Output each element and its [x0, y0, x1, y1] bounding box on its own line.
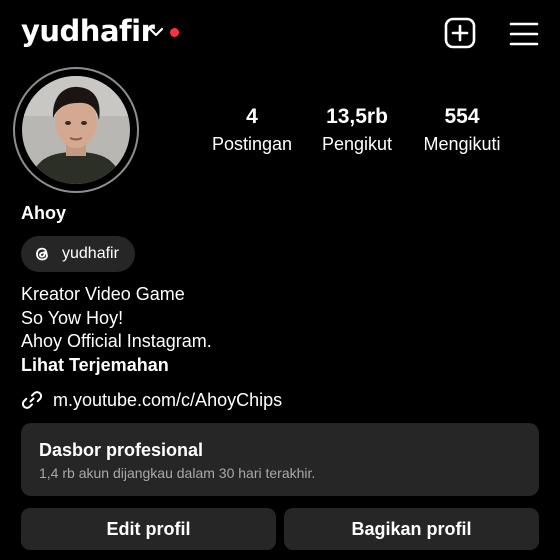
plus-square-icon[interactable] [444, 17, 476, 49]
avatar[interactable] [22, 76, 130, 184]
link-url: m.youtube.com/c/AhoyChips [53, 389, 283, 410]
bio-line: Kreator Video Game [21, 284, 185, 304]
profile-header: yudhafir [0, 0, 560, 68]
notification-dot [170, 28, 179, 37]
threads-badge[interactable]: yudhafir [21, 236, 135, 272]
bio-line: Ahoy Official Instagram. [21, 331, 212, 351]
chevron-down-icon[interactable] [148, 26, 164, 38]
followers-label: Pengikut [321, 134, 393, 154]
followers-count: 13,5rb [326, 105, 388, 128]
profile-photo [22, 76, 130, 184]
following-label: Mengikuti [423, 134, 501, 154]
link-icon [21, 391, 43, 409]
following-count: 554 [444, 105, 480, 128]
profile-link[interactable]: m.youtube.com/c/AhoyChips [21, 389, 282, 411]
share-profile-button[interactable]: Bagikan profil [284, 508, 539, 550]
professional-dashboard-card[interactable]: Dasbor profesional 1,4 rb akun dijangkau… [21, 423, 539, 496]
following-stat[interactable]: 554 Mengikuti [410, 104, 514, 156]
bio: Kreator Video Game So Yow Hoy! Ahoy Offi… [21, 283, 212, 377]
dashboard-subtitle: 1,4 rb akun dijangkau dalam 30 hari tera… [39, 465, 316, 481]
see-translation-link[interactable]: Lihat Terjemahan [21, 354, 212, 378]
username-switcher[interactable]: yudhafir [21, 14, 155, 48]
threads-handle: yudhafir [62, 245, 119, 262]
display-name: Ahoy [21, 203, 66, 223]
posts-count: 4 [246, 105, 258, 128]
hamburger-menu-icon[interactable] [508, 20, 540, 48]
posts-label: Postingan [211, 134, 293, 154]
dashboard-title: Dasbor profesional [39, 440, 204, 460]
posts-stat[interactable]: 4 Postingan [200, 104, 304, 156]
edit-profile-button[interactable]: Edit profil [21, 508, 276, 550]
threads-icon [36, 247, 48, 261]
bio-line: So Yow Hoy! [21, 307, 124, 328]
followers-stat[interactable]: 13,5rb Pengikut [310, 104, 404, 156]
